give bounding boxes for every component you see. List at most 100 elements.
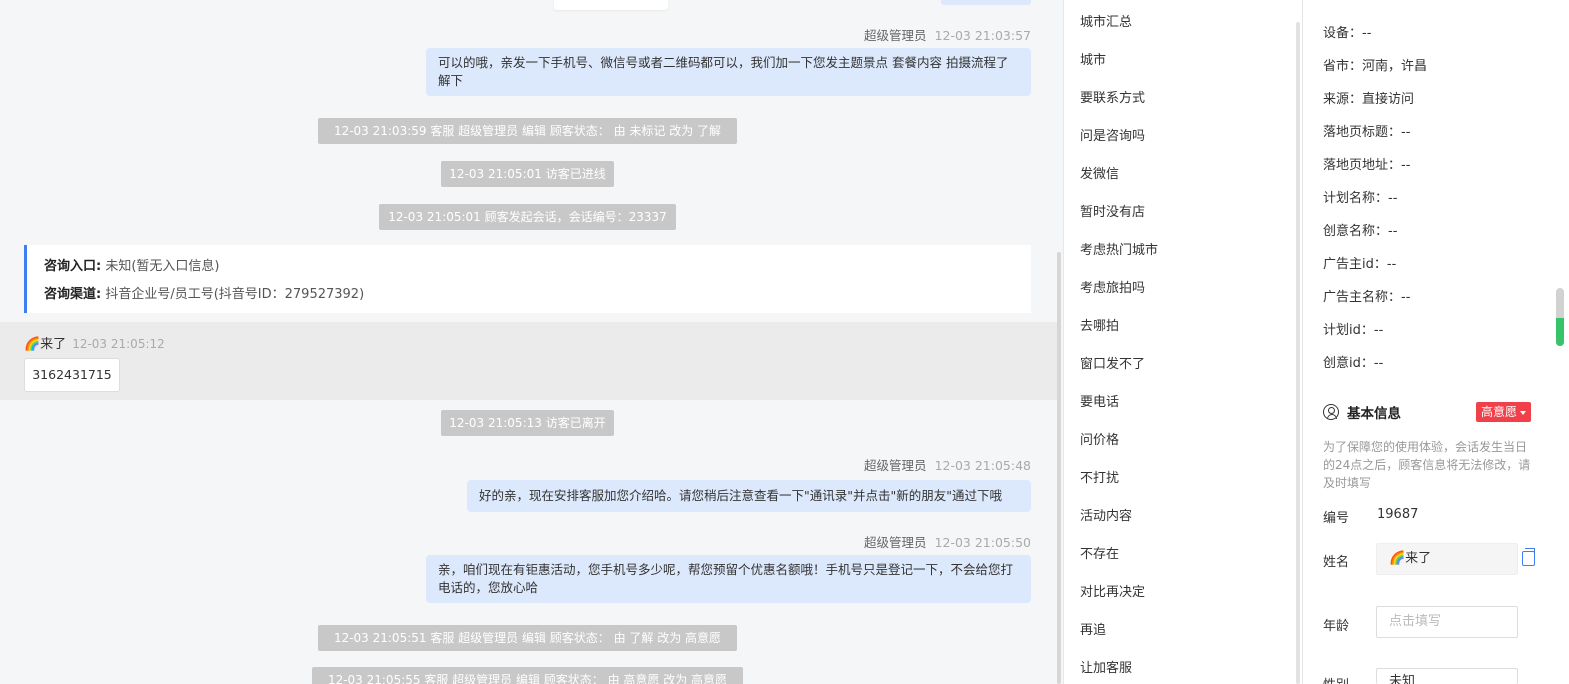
info-value: --: [1362, 26, 1372, 41]
gender-label: 性别: [1323, 674, 1349, 684]
basic-info-title: 基本信息: [1347, 406, 1401, 422]
info-row-device: 设备：--: [1323, 22, 1371, 41]
quick-reply-item[interactable]: 问是咨询吗: [1080, 125, 1145, 144]
info-label: 来源：: [1323, 92, 1363, 107]
info-value: 河南，许昌: [1362, 59, 1428, 74]
page-scrollbar-indicator: [1556, 318, 1564, 346]
quick-reply-item[interactable]: 城市汇总: [1080, 11, 1132, 30]
info-label: 创意id：: [1323, 356, 1374, 371]
quick-reply-item[interactable]: 问价格: [1080, 429, 1119, 448]
id-label: 编号: [1323, 511, 1350, 526]
quick-reply-item[interactable]: 让加客服: [1080, 657, 1132, 676]
info-row-source: 来源：直接访问: [1323, 88, 1414, 107]
chat-panel[interactable]: 超级管理员 12-03 21:03:57 可以的哦，亲发一下手机号、微信号或者二维…: [0, 0, 1063, 684]
previous-message-stub: [554, 0, 668, 10]
quick-reply-item[interactable]: 要电话: [1080, 391, 1119, 410]
quick-reply-item[interactable]: 对比再决定: [1080, 581, 1145, 600]
agent-message-bubble: 亲，咱们现在有钜惠活动，您手机号多少呢，帮您预留个优惠名额哦！手机号只是登记一下…: [426, 555, 1031, 603]
id-value: 19687: [1377, 507, 1419, 522]
age-field[interactable]: 点击填写: [1376, 606, 1518, 638]
system-message: 12-03 21:05:01 顾客发起会话，会话编号：23337: [379, 204, 676, 230]
quick-reply-item[interactable]: 考虑旅拍吗: [1080, 277, 1145, 296]
info-label: 计划id：: [1323, 323, 1374, 338]
visitor-info-panel: 设备：-- 省市：河南，许昌 来源：直接访问 落地页标题：-- 落地页地址：--…: [1303, 0, 1569, 684]
info-row-advertiser-name: 广告主名称：--: [1323, 286, 1410, 305]
system-message: 12-03 21:05:01 访客已进线: [441, 161, 614, 187]
user-circle-icon: [1323, 404, 1339, 420]
message-meta: 超级管理员 12-03 21:05:48: [864, 455, 1031, 474]
info-value: --: [1388, 224, 1398, 239]
quick-reply-item[interactable]: 活动内容: [1080, 505, 1132, 524]
info-row-landing-url: 落地页地址：--: [1323, 154, 1410, 173]
visitor-meta: 🌈来了 12-03 21:05:12: [24, 333, 165, 352]
message-time: 12-03 21:05:50: [934, 535, 1031, 550]
quick-reply-scrollbar[interactable]: [1296, 22, 1300, 684]
info-label: 省市：: [1323, 59, 1363, 74]
info-label: 计划名称：: [1323, 191, 1389, 206]
entry-row: 咨询入口: 未知(暂无入口信息): [44, 253, 1031, 281]
info-label: 设备：: [1323, 26, 1363, 41]
quick-reply-item[interactable]: 发微信: [1080, 163, 1119, 182]
info-row-province: 省市：河南，许昌: [1323, 55, 1427, 74]
visitor-name: 🌈来了: [24, 337, 67, 352]
message-time: 12-03 21:05:48: [934, 458, 1031, 473]
quick-reply-item[interactable]: 再追: [1080, 619, 1106, 638]
info-label: 广告主名称：: [1323, 290, 1402, 305]
age-label: 年龄: [1323, 619, 1350, 634]
channel-row: 咨询渠道: 抖音企业号/员工号(抖音号ID：279527392): [44, 281, 1031, 309]
chat-scrollbar[interactable]: [1057, 252, 1061, 684]
info-label: 广告主id：: [1323, 257, 1387, 272]
system-message: 12-03 21:05:55 客服 超级管理员 编辑 顾客状态： 由 高意愿 改…: [312, 667, 743, 684]
quick-reply-item[interactable]: 城市: [1080, 49, 1106, 68]
quick-reply-item[interactable]: 考虑热门城市: [1080, 239, 1158, 258]
visitor-message-bubble[interactable]: 3162431715: [24, 358, 120, 392]
info-value: --: [1373, 356, 1384, 371]
intent-status-dropdown[interactable]: 高意愿: [1476, 402, 1532, 422]
entry-value: 未知(暂无入口信息): [105, 259, 220, 274]
info-value: --: [1388, 191, 1398, 206]
quick-reply-item[interactable]: 不打扰: [1080, 467, 1119, 486]
sender-name: 超级管理员: [864, 535, 927, 550]
info-label: 创意名称：: [1323, 224, 1389, 239]
name-field[interactable]: 🌈来了: [1376, 543, 1518, 575]
message-time: 12-03 21:03:57: [934, 28, 1031, 43]
agent-message-bubble: 可以的哦，亲发一下手机号、微信号或者二维码都可以，我们加一下您发主题景点 套餐内…: [426, 48, 1031, 96]
system-message: 12-03 21:05:51 客服 超级管理员 编辑 顾客状态： 由 了解 改为…: [318, 625, 737, 651]
info-value: --: [1401, 158, 1411, 173]
info-value: 直接访问: [1362, 92, 1415, 107]
basic-info-heading: 基本信息: [1323, 402, 1401, 422]
channel-value: 抖音企业号/员工号(抖音号ID：279527392): [105, 287, 365, 302]
consult-entry-card: 咨询入口: 未知(暂无入口信息) 咨询渠道: 抖音企业号/员工号(抖音号ID：2…: [24, 245, 1031, 313]
info-value: --: [1373, 323, 1384, 338]
info-row-creative-name: 创意名称：--: [1323, 220, 1397, 239]
caret-down-icon: [1520, 410, 1527, 415]
agent-message-bubble: 好的亲，现在安排客服加您介绍哈。请您稍后注意查看一下"通讯录"并点击"新的朋友"…: [467, 480, 1031, 512]
quick-reply-item[interactable]: 暂时没有店: [1080, 201, 1145, 220]
quick-reply-item[interactable]: 窗口发不了: [1080, 353, 1145, 372]
info-row-advertiser-id: 广告主id：--: [1323, 253, 1396, 272]
info-label: 落地页地址：: [1323, 158, 1402, 173]
previous-bubble-stub: [941, 0, 1031, 5]
quick-reply-item[interactable]: 不存在: [1080, 543, 1119, 562]
info-row-plan-id: 计划id：--: [1323, 319, 1383, 338]
entry-label: 咨询入口:: [44, 259, 102, 274]
sender-name: 超级管理员: [864, 458, 927, 473]
channel-label: 咨询渠道:: [44, 287, 102, 302]
edit-deadline-note: 为了保障您的使用体验，会话发生当日的24点之后，顾客信息将无法修改，请及时填写: [1323, 440, 1531, 490]
quick-reply-list: 城市汇总 城市 要联系方式 问是咨询吗 发微信 暂时没有店 考虑热门城市 考虑旅…: [1063, 0, 1302, 684]
message-meta: 超级管理员 12-03 21:05:50: [864, 532, 1031, 551]
gender-select[interactable]: 未知: [1376, 668, 1518, 684]
info-value: --: [1401, 125, 1411, 140]
name-label: 姓名: [1323, 555, 1350, 570]
copy-icon[interactable]: [1522, 548, 1535, 566]
info-row-landing-title: 落地页标题：--: [1323, 121, 1410, 140]
quick-reply-item[interactable]: 要联系方式: [1080, 87, 1145, 106]
system-message: 12-03 21:05:13 访客已离开: [441, 410, 614, 436]
visitor-message-block: 🌈来了 12-03 21:05:12 3162431715: [0, 322, 1059, 400]
quick-reply-item[interactable]: 去哪拍: [1080, 315, 1119, 334]
info-row-plan-name: 计划名称：--: [1323, 187, 1397, 206]
message-time: 12-03 21:05:12: [72, 337, 165, 351]
system-message: 12-03 21:03:59 客服 超级管理员 编辑 顾客状态： 由 未标记 改…: [318, 118, 737, 144]
message-meta: 超级管理员 12-03 21:03:57: [864, 25, 1031, 44]
info-value: --: [1401, 290, 1411, 305]
